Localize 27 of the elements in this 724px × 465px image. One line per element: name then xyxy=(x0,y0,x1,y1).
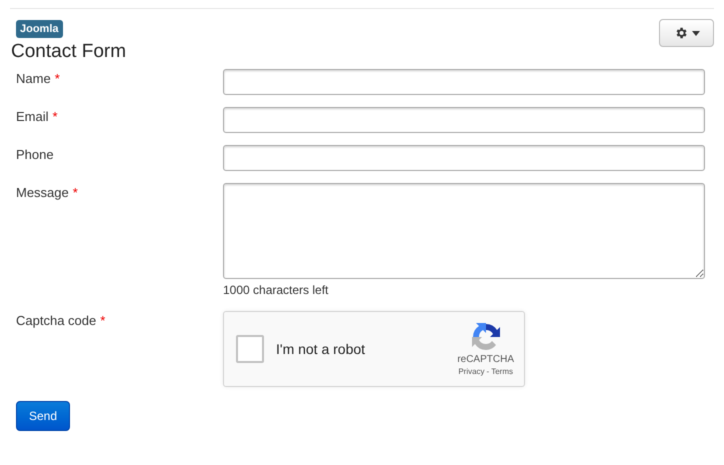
settings-button[interactable] xyxy=(659,19,714,47)
captcha-label: I'm not a robot xyxy=(276,340,366,358)
captcha-checkbox[interactable] xyxy=(236,335,264,363)
required-mark: * xyxy=(100,313,106,330)
recaptcha-brand: reCAPTCHA xyxy=(457,353,514,367)
caret-icon xyxy=(692,30,700,36)
page-title: Contact Form xyxy=(11,40,128,64)
terms-link[interactable]: Terms xyxy=(491,367,513,377)
required-mark: * xyxy=(54,71,60,88)
link-separator: - xyxy=(486,367,490,377)
characters-left-text: 1000 characters left xyxy=(223,282,330,299)
text-field[interactable] xyxy=(223,107,705,133)
privacy-link[interactable]: Privacy xyxy=(458,367,485,377)
field-label: Message xyxy=(16,185,69,202)
text-field[interactable] xyxy=(223,69,705,95)
send-button[interactable]: Send xyxy=(16,401,70,431)
field-label: Name xyxy=(16,71,51,88)
field-label: Email xyxy=(16,109,49,126)
message-field[interactable] xyxy=(223,183,705,279)
field-label: Phone xyxy=(16,147,54,164)
recaptcha-logo-icon xyxy=(470,321,502,353)
text-field[interactable] xyxy=(223,145,705,171)
joomla-badge: Joomla xyxy=(16,20,63,38)
field-label: Captcha code xyxy=(16,313,96,330)
required-mark: * xyxy=(52,109,58,126)
required-mark: * xyxy=(72,185,78,202)
gear-icon xyxy=(674,26,688,40)
